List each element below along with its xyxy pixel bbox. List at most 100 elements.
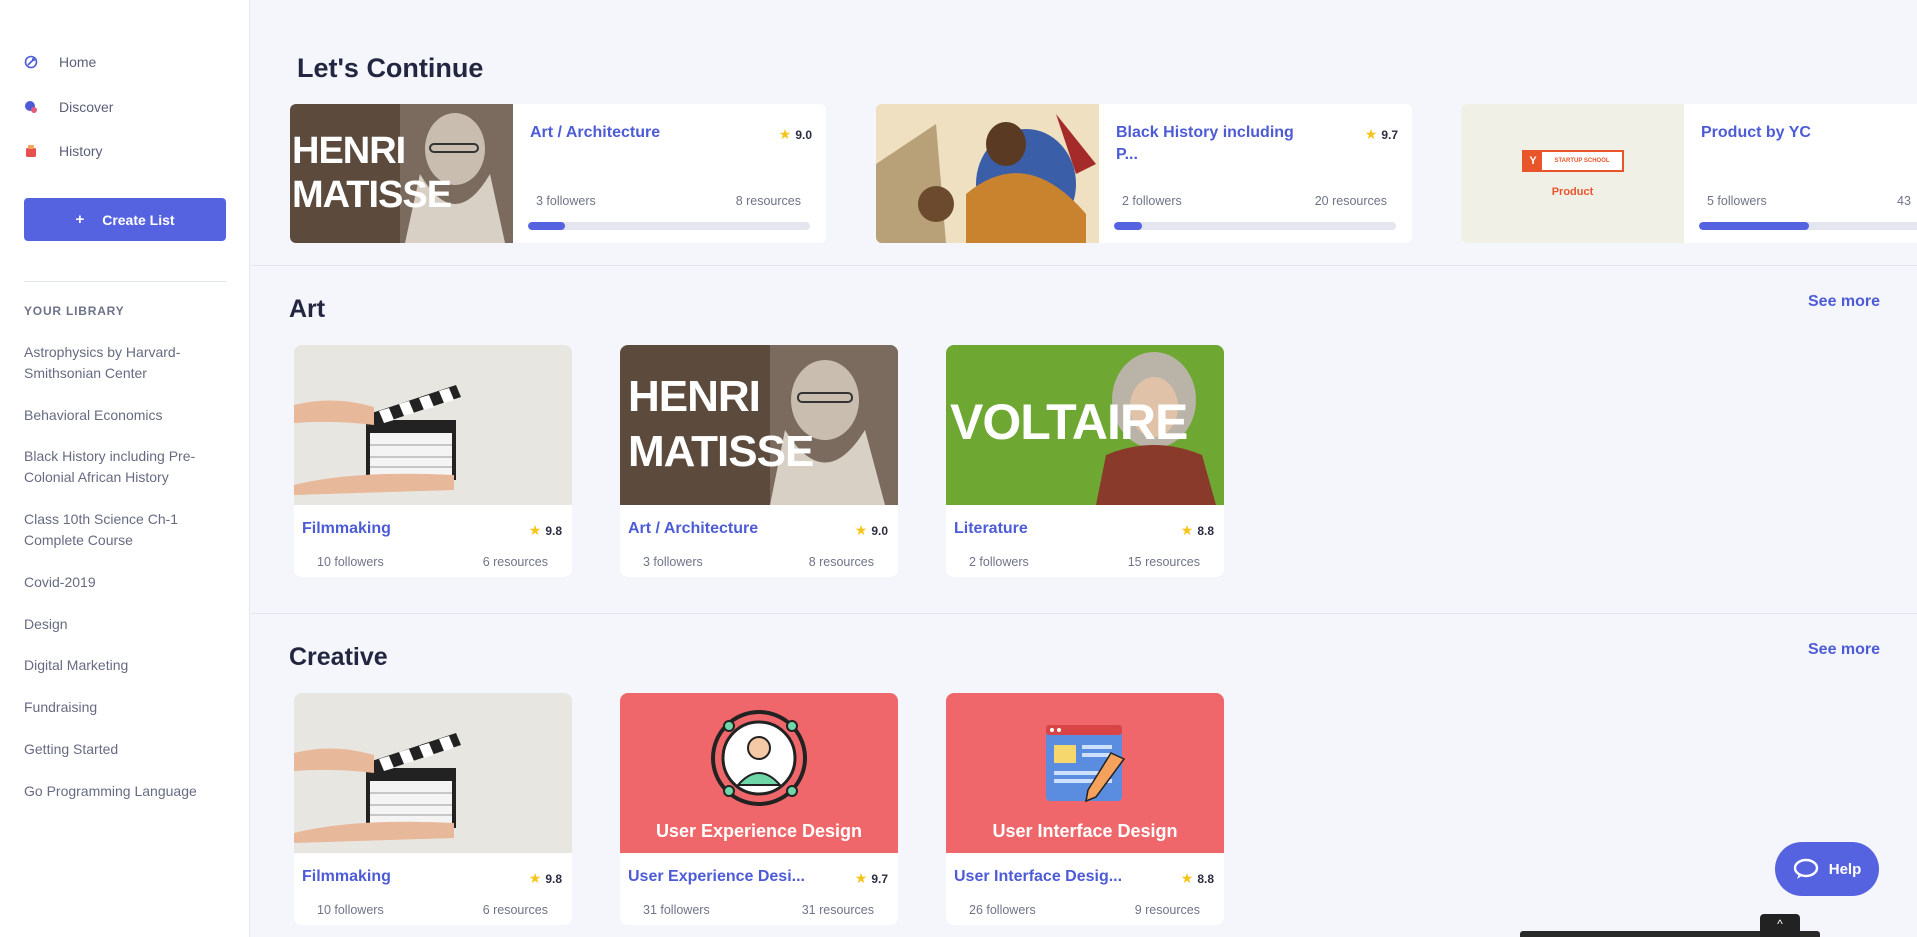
create-list-button[interactable]: + Create List <box>24 198 226 241</box>
library-item[interactable]: Getting Started <box>24 739 214 760</box>
matisse-thumbnail: HENRI MATISSE <box>620 345 898 505</box>
card-rating: ★ 9.0 <box>779 126 812 143</box>
black-history-thumbnail <box>876 104 1099 243</box>
continue-card-art-architecture[interactable]: HENRI MATISSE Art / Architecture ★ 9.0 3… <box>290 104 826 243</box>
rocket-icon <box>24 55 38 69</box>
creative-card-ui-design[interactable]: User Interface Design User Interface Des… <box>946 693 1224 925</box>
rating-value: 9.8 <box>545 871 562 886</box>
thumb-text-line1: HENRI <box>628 372 761 421</box>
card-rating: ★ 9.7 <box>1365 126 1398 143</box>
rating-value: 9.0 <box>795 127 812 142</box>
nav-item-history[interactable]: History <box>24 139 103 163</box>
library-item[interactable]: Design <box>24 614 214 635</box>
continue-title: Let's Continue <box>297 53 484 83</box>
library-item[interactable]: Class 10th Science Ch-1 Complete Course <box>24 509 214 551</box>
rating-value: 8.8 <box>1197 871 1214 886</box>
ui-thumbnail: User Interface Design <box>946 693 1224 853</box>
badge-text: STARTUP SCHOOL <box>1554 158 1610 164</box>
thumb-caption: User Interface Design <box>992 821 1178 841</box>
discover-icon <box>25 101 37 113</box>
card-resources: 6 resources <box>482 555 548 569</box>
card-followers: 3 followers <box>643 555 703 569</box>
creative-card-ux-design[interactable]: User Experience Design User Experience D… <box>620 693 898 925</box>
chevron-up-icon[interactable]: ^ <box>1760 914 1800 937</box>
plus-icon: + <box>75 211 85 228</box>
continue-card-product-yc[interactable]: Y STARTUP SCHOOL Product Product by YC 5… <box>1461 104 1917 243</box>
library-item[interactable]: Black History including Pre-Colonial Afr… <box>24 446 214 488</box>
portrait-image <box>770 345 898 505</box>
thumb-caption: Product <box>1551 186 1594 198</box>
rating-value: 9.7 <box>1381 127 1398 142</box>
painting-image <box>876 104 1099 243</box>
thumb-text-line1: HENRI <box>292 130 406 172</box>
card-rating: ★ 9.8 <box>529 522 562 539</box>
card-title: Literature <box>954 520 1028 537</box>
rating-value: 8.8 <box>1197 523 1214 538</box>
art-card-filmmaking[interactable]: Filmmaking ★ 9.8 10 followers 6 resources <box>294 345 572 577</box>
continue-card-black-history[interactable]: Black History including P... ★ 9.7 2 fol… <box>876 104 1412 243</box>
card-title: User Interface Desig... <box>954 868 1123 885</box>
nav-label-home: Home <box>59 54 97 70</box>
card-resources: 8 resources <box>808 555 874 569</box>
art-card-art-architecture[interactable]: HENRI MATISSE Art / Architecture ★ 9.0 3 … <box>620 345 898 577</box>
sidebar-divider <box>24 281 226 282</box>
card-resources: 20 resources <box>1314 194 1387 208</box>
card-title: Art / Architecture <box>530 124 661 141</box>
card-title: Art / Architecture <box>628 520 759 537</box>
rating-value: 9.8 <box>545 523 562 538</box>
progress-bar <box>1114 222 1396 230</box>
art-section-title: Art <box>289 295 326 323</box>
voltaire-thumbnail: VOLTAIRE <box>946 345 1224 505</box>
startup-school-badge: Y STARTUP SCHOOL <box>1522 150 1624 172</box>
nav-item-home[interactable]: Home <box>24 50 96 74</box>
nav-label-discover: Discover <box>59 99 114 115</box>
creative-section-title: Creative <box>289 643 388 671</box>
card-followers: 5 followers <box>1707 194 1767 208</box>
help-button[interactable]: Help <box>1775 842 1879 896</box>
card-rating: ★ 9.8 <box>529 870 562 887</box>
chat-bubble-icon <box>1793 858 1818 879</box>
yc-logo-icon: Y <box>1524 152 1542 170</box>
rating-value: 9.0 <box>871 523 888 538</box>
library-item[interactable]: Astrophysics by Harvard-Smithsonian Cent… <box>24 342 214 384</box>
progress-bar <box>528 222 810 230</box>
create-list-label: Create List <box>102 211 175 228</box>
library-heading: YOUR LIBRARY <box>24 304 125 318</box>
ux-thumbnail: User Experience Design <box>620 693 898 853</box>
card-resources: 15 resources <box>1127 555 1200 569</box>
nav-label-history: History <box>59 143 103 159</box>
card-title: Black History including P... <box>1116 124 1294 163</box>
clapperboard-image <box>294 693 572 853</box>
sidebar: Home Discover History + Create List YOUR… <box>0 0 250 937</box>
creative-card-filmmaking[interactable]: Filmmaking ★ 9.8 10 followers 6 resources <box>294 693 572 925</box>
star-icon: ★ <box>1364 126 1378 142</box>
art-see-more-link[interactable]: See more <box>1808 293 1880 311</box>
star-icon: ★ <box>854 522 868 538</box>
card-followers: 26 followers <box>969 903 1036 917</box>
library-item[interactable]: Go Programming Language <box>24 781 214 802</box>
thumb-text: VOLTAIRE <box>950 394 1188 450</box>
library-item[interactable]: Covid-2019 <box>24 572 214 593</box>
progress-fill <box>1114 222 1143 230</box>
nav-item-discover[interactable]: Discover <box>24 95 113 119</box>
thumb-caption: User Experience Design <box>655 821 863 841</box>
card-followers: 2 followers <box>969 555 1029 569</box>
star-icon: ★ <box>778 126 792 142</box>
clapperboard-thumbnail <box>294 693 572 853</box>
card-title: Product by YC <box>1701 124 1811 141</box>
library-item[interactable]: Behavioral Economics <box>24 405 214 426</box>
art-card-literature[interactable]: VOLTAIRE Literature ★ 8.8 2 followers 15 … <box>946 345 1224 577</box>
creative-see-more-link[interactable]: See more <box>1808 641 1880 659</box>
library-item[interactable]: Digital Marketing <box>24 655 214 676</box>
card-rating: ★ 9.7 <box>855 870 888 887</box>
card-followers: 3 followers <box>536 194 596 208</box>
star-icon: ★ <box>1180 870 1194 886</box>
matisse-thumbnail: HENRI MATISSE <box>290 104 513 243</box>
card-resources: 8 resources <box>735 194 801 208</box>
card-rating: ★ 8.8 <box>1181 870 1214 887</box>
clapperboard-thumbnail <box>294 345 572 505</box>
library-item[interactable]: Fundraising <box>24 697 214 718</box>
card-resources: 31 resources <box>801 903 874 917</box>
rating-value: 9.7 <box>871 871 888 886</box>
section-divider <box>251 265 1917 266</box>
